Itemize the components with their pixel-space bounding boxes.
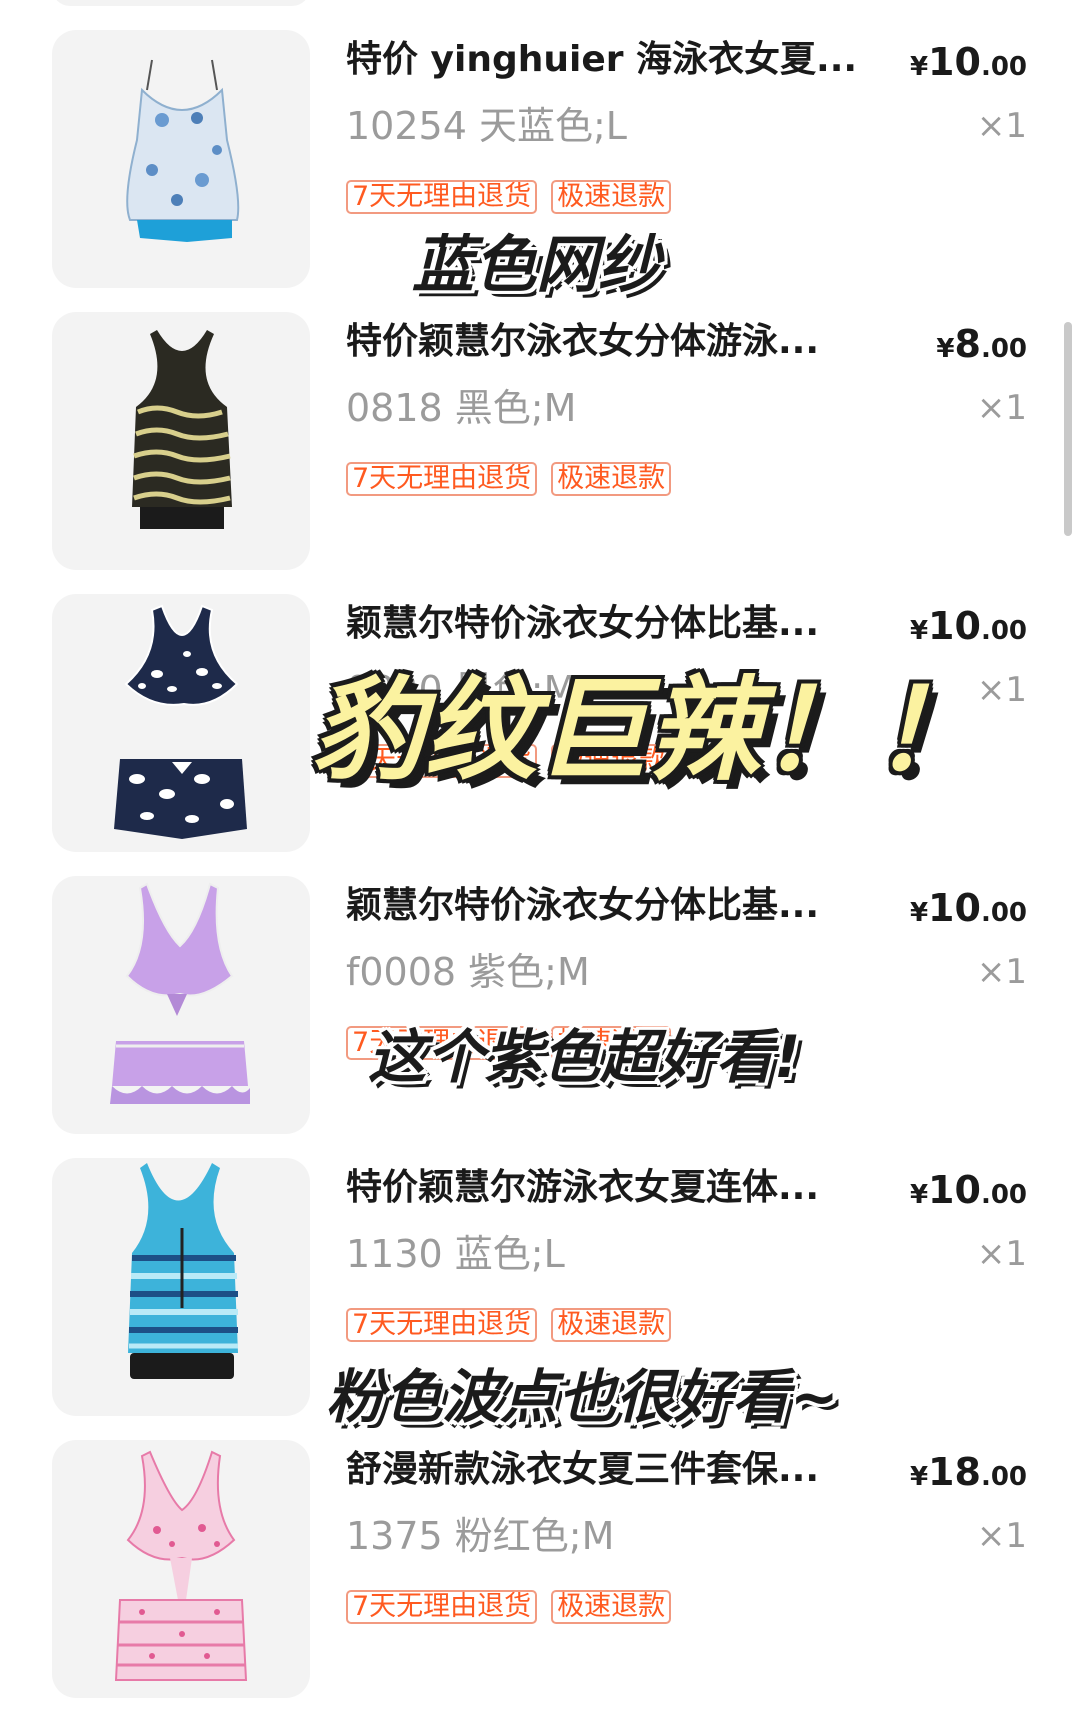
product-quantity: ×1 <box>976 952 1027 992</box>
price-integer: 10 <box>928 886 981 930</box>
caption-leopard: 豹纹巨辣！！ <box>312 666 984 796</box>
product-sku: 10254 天蓝色;L <box>346 104 627 148</box>
order-item[interactable]: 特价颖慧尔泳衣女分体游泳... ¥8.00 0818 黑色;M ×1 7天无理由… <box>52 312 1027 570</box>
product-quantity: ×1 <box>976 1516 1027 1556</box>
service-tags: 7天无理由退货 极速退款 <box>346 1308 672 1342</box>
order-item[interactable]: 颖慧尔特价泳衣女分体比基... ¥10.00 f0008 紫色;M ×1 7天无… <box>52 876 1027 1134</box>
tag-fast-refund: 极速退款 <box>551 1308 672 1342</box>
product-price: ¥18.00 <box>910 1446 1027 1506</box>
caption-purple: 这个紫色超好看! <box>368 1023 801 1091</box>
price-decimal: .00 <box>980 898 1027 928</box>
price-decimal: .00 <box>980 52 1027 82</box>
product-sku: 0818 黑色;M <box>346 386 577 430</box>
product-sku: f0008 紫色;M <box>346 950 590 994</box>
product-image-blue-stripe-tankini[interactable] <box>52 1158 310 1416</box>
product-price: ¥8.00 <box>936 318 1027 378</box>
price-decimal: .00 <box>980 616 1027 646</box>
currency-symbol: ¥ <box>936 334 955 364</box>
vertical-scrollbar[interactable] <box>1064 322 1072 536</box>
product-price: ¥10.00 <box>910 882 1027 942</box>
price-decimal: .00 <box>980 1462 1027 1492</box>
price-integer: 18 <box>928 1450 981 1494</box>
product-quantity: ×1 <box>976 106 1027 146</box>
service-tags: 7天无理由退货 极速退款 <box>346 180 672 214</box>
tag-fast-refund: 极速退款 <box>551 1590 672 1624</box>
currency-symbol: ¥ <box>909 52 929 82</box>
product-title[interactable]: 特价 yinghuier 海泳衣女夏... <box>346 34 936 86</box>
product-quantity: ×1 <box>976 670 1027 710</box>
product-image-purple-ruffle-bikini[interactable] <box>52 876 310 1134</box>
currency-symbol: ¥ <box>909 1462 929 1492</box>
product-price: ¥10.00 <box>910 36 1027 96</box>
product-image-leopard-bikini[interactable] <box>52 594 310 852</box>
product-image-pink-polka-bikini[interactable] <box>52 1440 310 1698</box>
previous-item-thumbnail-edge <box>52 0 310 6</box>
service-tags: 7天无理由退货 极速退款 <box>346 1590 672 1624</box>
order-item[interactable]: 舒漫新款泳衣女夏三件套保... ¥18.00 1375 粉红色;M ×1 7天无… <box>52 1440 1027 1698</box>
product-title[interactable]: 颖慧尔特价泳衣女分体比基... <box>346 880 936 932</box>
tag-fast-refund: 极速退款 <box>551 180 672 214</box>
price-integer: 10 <box>928 1168 981 1212</box>
product-title[interactable]: 舒漫新款泳衣女夏三件套保... <box>346 1444 936 1496</box>
product-quantity: ×1 <box>976 1234 1027 1274</box>
caption-blue-mesh: 蓝色网纱 <box>412 228 661 301</box>
currency-symbol: ¥ <box>909 898 929 928</box>
product-title[interactable]: 特价颖慧尔游泳衣女夏连体... <box>346 1162 936 1214</box>
tag-7-day-return: 7天无理由退货 <box>346 1590 538 1624</box>
price-integer: 8 <box>954 322 981 366</box>
product-sku: 1130 蓝色;L <box>346 1232 565 1276</box>
service-tags: 7天无理由退货 极速退款 <box>346 462 672 496</box>
price-decimal: .00 <box>980 1180 1027 1210</box>
tag-7-day-return: 7天无理由退货 <box>346 1308 538 1342</box>
product-sku: 1375 粉红色;M <box>346 1514 615 1558</box>
price-decimal: .00 <box>980 334 1027 364</box>
currency-symbol: ¥ <box>909 1180 929 1210</box>
tag-7-day-return: 7天无理由退货 <box>346 462 538 496</box>
product-price: ¥10.00 <box>910 1164 1027 1224</box>
price-integer: 10 <box>928 40 981 84</box>
product-quantity: ×1 <box>976 388 1027 428</box>
tag-7-day-return: 7天无理由退货 <box>346 180 538 214</box>
product-image-black-wave-tankini[interactable] <box>52 312 310 570</box>
product-image-blue-chiffon-tankini[interactable] <box>52 30 310 288</box>
product-title[interactable]: 特价颖慧尔泳衣女分体游泳... <box>346 316 936 368</box>
tag-fast-refund: 极速退款 <box>551 462 672 496</box>
caption-pink: 粉色波点也很好看~ <box>326 1363 839 1431</box>
